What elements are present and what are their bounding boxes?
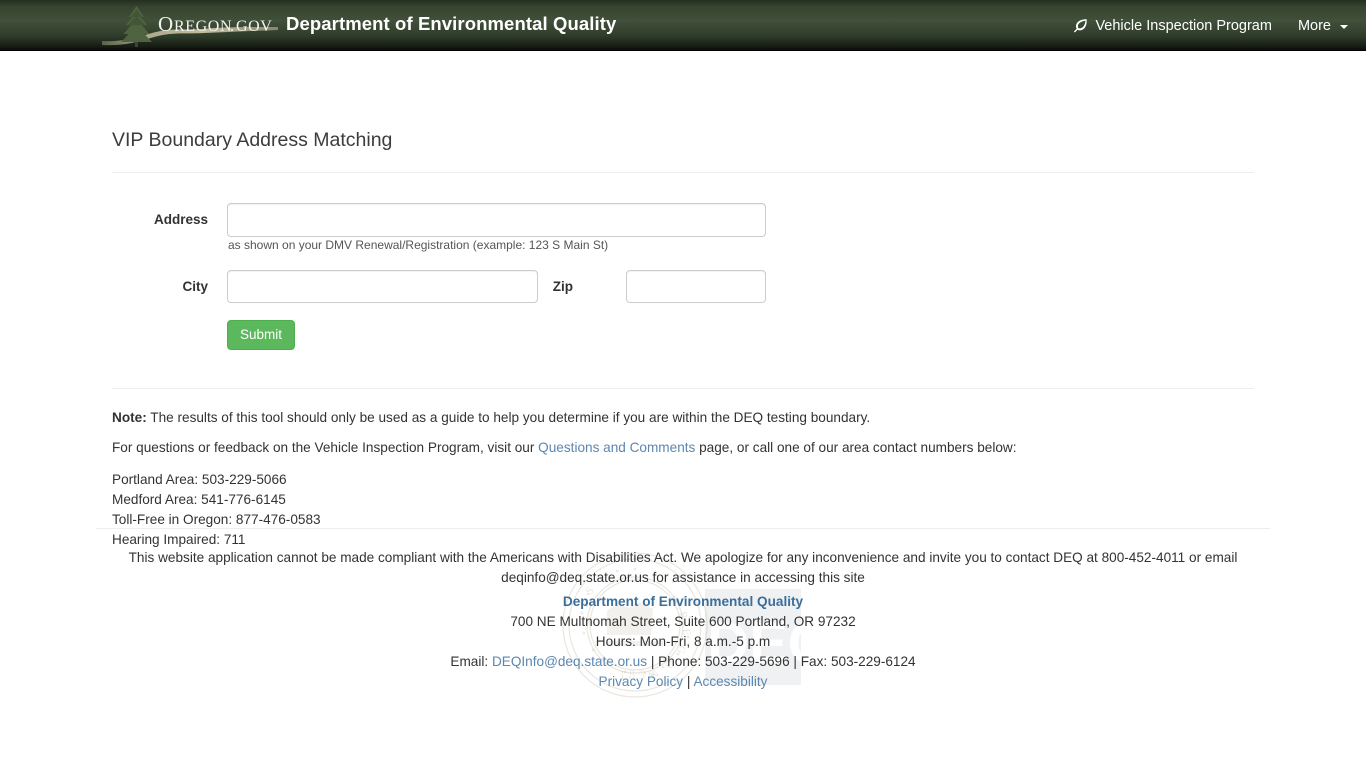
privacy-policy-link[interactable]: Privacy Policy [599,674,684,689]
footer-department-name: Department of Environmental Quality [562,594,804,609]
questions-and-comments-link[interactable]: Questions and Comments [538,440,695,455]
list-item: Toll-Free in Oregon: 877-476-0583 [112,512,321,527]
footer-link-separator: | [683,674,694,689]
header-nav: Vehicle Inspection Program More [1073,0,1348,51]
header-inner: O REGON . GOV Department of Environmenta… [0,0,1366,50]
chevron-down-icon [1340,24,1348,29]
svg-text:REGON: REGON [174,18,232,35]
accessibility-link: Accessibility [693,674,768,689]
submit-button[interactable]: Submit [227,320,295,350]
site-footer: This website application cannot be made … [0,548,1366,692]
leaf-icon [1073,18,1088,33]
footer-email-link[interactable]: DEQInfo@deq.state.or.us [492,654,647,669]
nav-item-more[interactable]: More [1298,18,1348,34]
svg-text:GOV: GOV [236,18,272,35]
divider-middle [112,388,1254,389]
ada-line-1: This website application cannot be made … [128,550,1238,565]
contact-intro-after: page, or call one of our area contact nu… [695,440,1017,455]
zip-label: Zip [552,279,573,294]
address-help-text: as shown on your DMV Renewal/Registratio… [228,238,609,252]
divider-footer [96,528,1270,529]
site-title: Department of Environmental Quality [286,13,617,34]
oregon-gov-logo[interactable]: O REGON . GOV [100,0,285,51]
note-text: The results of this tool should only be … [146,410,871,425]
svg-text:O: O [158,12,174,36]
footer-email-label: Email: [450,654,492,669]
address-label: Address [153,212,208,227]
nav-item-label: More [1297,17,1331,34]
list-item: Hearing Impaired: 711 [112,532,246,547]
address-input[interactable] [227,203,766,237]
note-prefix: Note: [112,410,147,425]
ada-line-2: deqinfo@deq.state.or.us for assistance i… [501,570,865,585]
contact-intro-paragraph: For questions or feedback on the Vehicle… [112,440,1017,455]
nav-item-label: Vehicle Inspection Program [1095,17,1272,34]
note-paragraph: Note: The results of this tool should on… [112,410,870,425]
city-label: City [182,279,208,294]
site-header: O REGON . GOV Department of Environmenta… [0,0,1366,51]
list-item: Medford Area: 541-776-6145 [112,492,286,507]
page-title: VIP Boundary Address Matching [112,129,393,151]
footer-address: 700 NE Multnomah Street, Suite 600 Portl… [510,614,856,629]
contact-intro-before: For questions or feedback on the Vehicle… [112,440,539,455]
svg-text:.: . [230,18,234,35]
zip-input[interactable] [626,270,766,303]
nav-item-vehicle-inspection-program[interactable]: Vehicle Inspection Program [1073,18,1272,34]
footer-legal-links: Privacy Policy | Accessibility [0,672,1366,692]
list-item: Portland Area: 503-229-5066 [112,472,287,487]
footer-hours: Hours: Mon-Fri, 8 a.m.-5 p.m [595,634,771,649]
ada-disclaimer: This website application cannot be made … [108,548,1258,588]
footer-phone-fax: | Phone: 503-229-5696 | Fax: 503-229-612… [647,654,916,669]
divider-top [112,172,1254,173]
phone-number-list: Portland Area: 503-229-5066 Medford Area… [112,470,321,550]
footer-contact-line: Email: DEQInfo@deq.state.or.us | Phone: … [0,652,1366,672]
